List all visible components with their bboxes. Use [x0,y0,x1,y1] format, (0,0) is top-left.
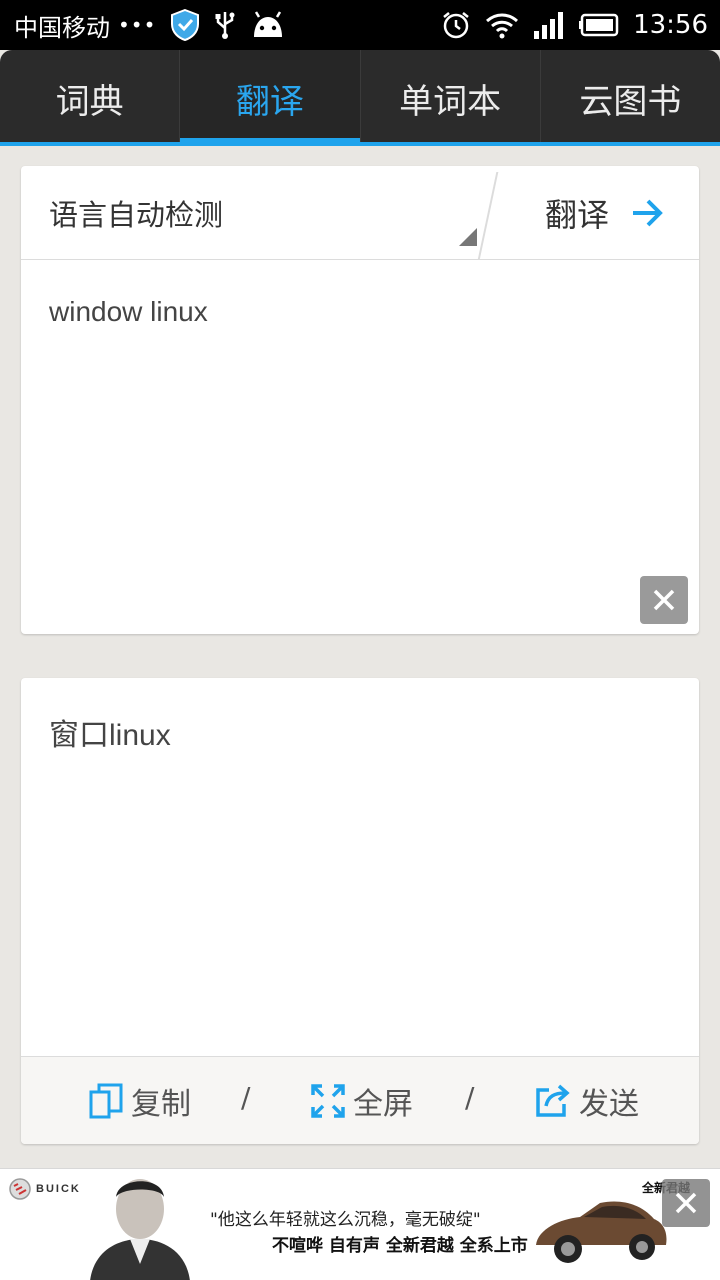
usb-icon [214,10,236,40]
android-icon [250,11,286,39]
wifi-icon [485,11,519,39]
ad-person-image [90,1179,190,1280]
fullscreen-label: 全屏 [353,1087,413,1122]
clock: 13:56 [633,10,708,40]
buick-logo-icon [9,1178,31,1200]
clear-input-button[interactable] [640,576,688,624]
tab-translate[interactable]: 翻译 [180,50,361,146]
result-actions: 复制 / 全屏 / 发送 [21,1056,699,1144]
fullscreen-button[interactable]: 全屏 [311,1079,413,1123]
action-separator: / [465,1081,475,1114]
translation-result: 窗口linux [49,719,171,752]
send-button[interactable]: 发送 [535,1079,639,1123]
language-select[interactable]: 语言自动检测 [21,166,501,260]
notification-dots: ••• [118,13,157,37]
dropdown-corner-icon [459,228,477,246]
action-separator: / [241,1081,251,1114]
status-bar: 中国移动 ••• 13:56 [0,0,720,50]
close-icon [653,589,675,611]
tab-cloud-books[interactable]: 云图书 [541,50,720,146]
ad-close-button[interactable] [662,1179,710,1227]
share-icon [535,1084,571,1118]
ad-brand-name: BUICK [36,1183,81,1195]
ad-banner[interactable]: BUICK "他这么年轻就这么沉稳，毫无破绽" 不喧哗 自有声 全新君越 全系上… [0,1168,720,1280]
tab-dictionary[interactable]: 词典 [0,50,181,146]
source-text-input[interactable]: window linux [21,260,699,364]
translate-button[interactable]: 翻译 [509,166,699,260]
signal-icon [533,11,565,39]
result-card: 窗口linux 复制 / 全屏 / 发送 [21,678,699,1144]
ad-slogan: 不喧哗 自有声 全新君越 全系上市 [272,1236,528,1256]
language-select-label: 语言自动检测 [49,198,224,232]
tab-wordbook[interactable]: 单词本 [361,50,541,146]
copy-label: 复制 [131,1087,191,1122]
ad-brand: BUICK [8,1177,81,1201]
send-label: 发送 [579,1087,639,1122]
input-header: 语言自动检测 翻译 [21,166,699,260]
shield-icon [170,9,200,41]
battery-icon [579,13,619,37]
alarm-icon [441,10,471,40]
copy-icon [89,1083,123,1119]
ad-quote: "他这么年轻就这么沉稳，毫无破绽" [210,1210,481,1230]
expand-icon [311,1084,345,1118]
translate-button-label: 翻译 [544,196,609,234]
input-card: 语言自动检测 翻译 window linux [21,166,699,634]
arrow-right-icon [631,198,663,228]
tab-bar: 词典 翻译 单词本 云图书 [0,50,720,146]
copy-button[interactable]: 复制 [89,1079,191,1123]
carrier-name: 中国移动 [14,13,110,42]
close-icon [674,1191,698,1215]
